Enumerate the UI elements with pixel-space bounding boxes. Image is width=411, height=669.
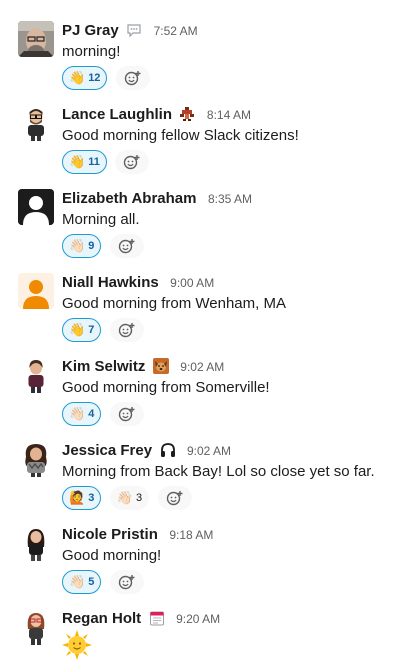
reaction-pill[interactable]: 👋 11 xyxy=(62,150,107,174)
reaction-pill[interactable]: 👋🏻 4 xyxy=(62,402,102,426)
add-reaction-icon xyxy=(118,239,136,258)
wave-emoji: 👋 xyxy=(69,154,86,169)
wave-emoji: 👋🏻 xyxy=(69,238,86,253)
timestamp[interactable]: 8:14 AM xyxy=(207,108,251,122)
timestamp[interactable]: 9:02 AM xyxy=(180,360,224,374)
reaction-count: 5 xyxy=(88,576,95,588)
sun-with-face-emoji xyxy=(62,630,92,660)
avatar[interactable] xyxy=(18,189,54,225)
reaction-bar: 👋🏻 4 xyxy=(62,402,144,426)
add-reaction-button[interactable] xyxy=(109,234,144,258)
calendar-icon xyxy=(149,610,165,626)
timestamp[interactable]: 7:52 AM xyxy=(154,24,198,38)
message-text: Good morning fellow Slack citizens! xyxy=(62,127,299,144)
avatar[interactable] xyxy=(18,609,54,645)
sender-name[interactable]: Niall Hawkins xyxy=(62,274,159,291)
add-reaction-button[interactable] xyxy=(115,66,150,90)
dog-icon xyxy=(152,358,169,374)
wave-emoji: 👋🏻 xyxy=(69,406,86,421)
reaction-count: 9 xyxy=(88,240,95,252)
add-reaction-icon xyxy=(123,155,141,174)
sender-name[interactable]: Jessica Frey xyxy=(62,442,152,459)
wave-emoji: 👋🏻 xyxy=(69,574,86,589)
reaction-bar: 🙋 3 👋🏻 3 xyxy=(62,486,192,510)
message-text: morning! xyxy=(62,43,121,60)
timestamp[interactable]: 8:35 AM xyxy=(208,192,252,206)
pixel-sprite-icon xyxy=(179,106,195,122)
add-reaction-button[interactable] xyxy=(109,318,144,342)
add-reaction-button[interactable] xyxy=(109,402,144,426)
reaction-pill[interactable]: 👋🏻 5 xyxy=(62,570,102,594)
message-text: Good morning! xyxy=(62,547,162,564)
timestamp[interactable]: 9:00 AM xyxy=(170,276,214,290)
reaction-pill[interactable]: 👋🏻 3 xyxy=(109,486,150,510)
timestamp[interactable]: 9:20 AM xyxy=(176,612,220,626)
sender-name[interactable]: Kim Selwitz xyxy=(62,358,145,375)
sender-name[interactable]: Regan Holt xyxy=(62,610,141,627)
reaction-count: 7 xyxy=(88,324,95,336)
avatar[interactable] xyxy=(18,357,54,393)
raising-hand-emoji: 🙋 xyxy=(69,490,86,505)
reaction-count: 3 xyxy=(88,492,95,504)
add-reaction-button[interactable] xyxy=(109,570,144,594)
timestamp[interactable]: 9:02 AM xyxy=(187,444,231,458)
reaction-bar: 👋 12 xyxy=(62,66,150,90)
reaction-bar: 👋 7 xyxy=(62,318,144,342)
message-text: Good morning from Somerville! xyxy=(62,379,270,396)
add-reaction-icon xyxy=(118,575,136,594)
avatar[interactable] xyxy=(18,105,54,141)
sender-name[interactable]: Elizabeth Abraham xyxy=(62,190,196,207)
reaction-pill[interactable]: 👋 12 xyxy=(62,66,108,90)
sender-name[interactable]: PJ Gray xyxy=(62,22,119,39)
sender-name[interactable]: Lance Laughlin xyxy=(62,106,172,123)
avatar[interactable] xyxy=(18,273,54,309)
add-reaction-icon xyxy=(166,491,184,510)
reaction-bar: 👋🏻 9 xyxy=(62,234,144,258)
avatar[interactable] xyxy=(18,525,54,561)
reaction-pill[interactable]: 👋 7 xyxy=(62,318,102,342)
avatar[interactable] xyxy=(18,21,54,57)
sender-name[interactable]: Nicole Pristin xyxy=(62,526,158,543)
wave-emoji: 👋 xyxy=(69,322,86,337)
add-reaction-icon xyxy=(118,323,136,342)
wave-emoji: 👋 xyxy=(69,70,86,85)
add-reaction-button[interactable] xyxy=(115,150,150,174)
timestamp[interactable]: 9:18 AM xyxy=(169,528,213,542)
reaction-bar: 👋 11 xyxy=(62,150,150,174)
message-text: Morning from Back Bay! Lol so close yet … xyxy=(62,463,375,480)
avatar[interactable] xyxy=(18,441,54,477)
add-reaction-button[interactable] xyxy=(157,486,192,510)
headphones-icon xyxy=(160,442,176,458)
reaction-pill[interactable]: 🙋 3 xyxy=(62,486,102,510)
wave-emoji: 👋🏻 xyxy=(116,490,133,505)
add-reaction-icon xyxy=(124,71,142,90)
reaction-count: 4 xyxy=(88,408,95,420)
message-text: Good morning from Wenham, MA xyxy=(62,295,286,312)
reaction-bar: 👋🏻 5 xyxy=(62,570,144,594)
add-reaction-icon xyxy=(118,407,136,426)
message-text: Morning all. xyxy=(62,211,140,228)
reaction-count: 12 xyxy=(88,72,101,84)
reaction-count: 3 xyxy=(135,492,143,504)
reaction-pill[interactable]: 👋🏻 9 xyxy=(62,234,102,258)
reaction-count: 11 xyxy=(88,156,100,168)
speech-bubble-icon xyxy=(126,22,142,38)
